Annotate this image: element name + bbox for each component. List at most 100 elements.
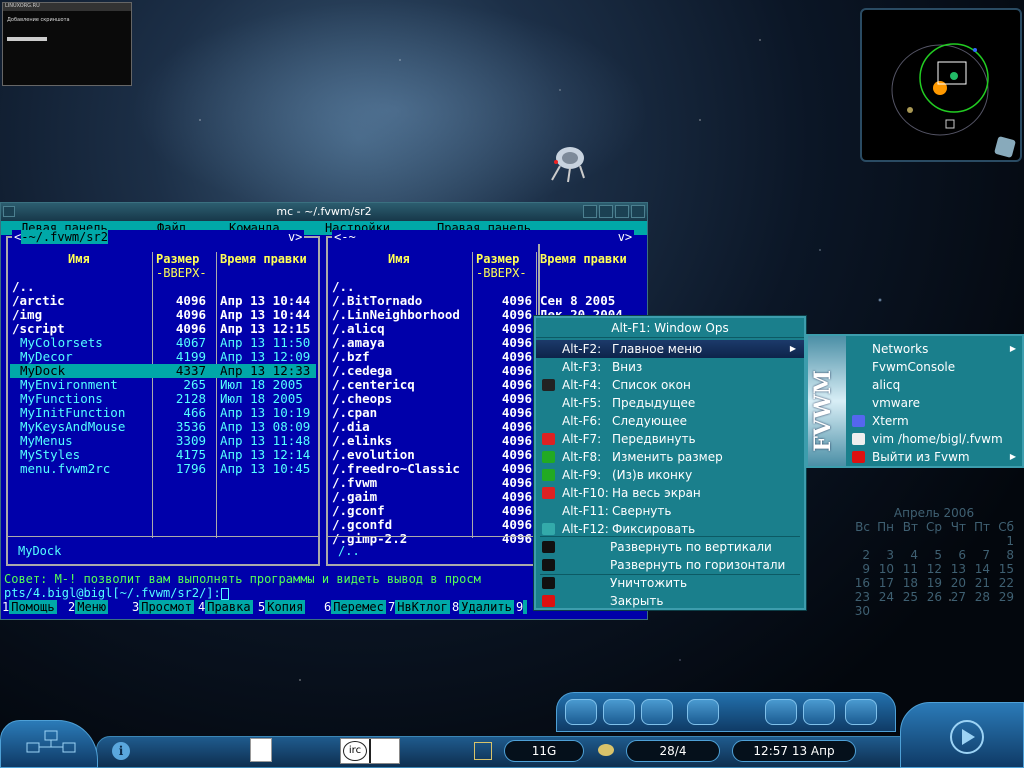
messages-button[interactable] [641, 699, 673, 725]
main-menu-item[interactable]: vmware [848, 394, 1022, 412]
file-time: Апр 13 12:14 [220, 447, 311, 462]
task-terminal-icon[interactable] [250, 738, 272, 762]
dock-right-module[interactable] [900, 702, 1024, 768]
window-ops-item[interactable]: Alt-F9: (Из)в иконку [536, 466, 804, 484]
window-ops-item[interactable]: Развернуть по горизонтали [536, 556, 804, 574]
file-name: /.gconf [332, 503, 385, 518]
tools-button[interactable] [765, 699, 797, 725]
file-time: Апр 13 12:33 [220, 363, 311, 378]
file-row[interactable]: MyFunctions 2128 Июл 18 2005 [10, 392, 316, 406]
window-ops-item[interactable]: Уничтожить [536, 574, 804, 592]
window-ops-item[interactable]: Закрыть [536, 592, 804, 610]
col-header-name[interactable]: Имя [68, 252, 90, 266]
dock-left-module[interactable] [0, 720, 98, 768]
file-row[interactable]: /.. [10, 280, 316, 294]
mail-icon[interactable] [598, 744, 614, 756]
book-icon[interactable] [474, 742, 492, 760]
thumbnail-bar: LINUXORG.RU [3, 3, 131, 11]
mc-titlebar[interactable]: mc - ~/.fvwm/sr2 [1, 203, 647, 221]
spiral-button[interactable] [845, 699, 877, 725]
window-ops-item[interactable]: Alt-F2: Главное меню ▶ [536, 340, 804, 358]
file-row[interactable]: MyDock 4337 Апр 13 12:33 [10, 364, 316, 378]
shade-icon[interactable] [583, 205, 597, 218]
fkey-button[interactable]: 4 Правка [198, 600, 253, 614]
main-menu[interactable]: FVWM Networks ▶ FvwmConsole alicq vmware Xter… [806, 334, 1024, 468]
window-menu-icon[interactable] [3, 206, 15, 217]
fkey-button[interactable]: 7 НвКтлог [388, 600, 450, 614]
minimize-icon[interactable] [599, 205, 613, 218]
main-menu-item[interactable]: FvwmConsole [848, 358, 1022, 376]
maximize-icon [542, 487, 555, 499]
file-row[interactable]: MyEnvironment 265 Июл 18 2005 [10, 378, 316, 392]
file-row[interactable]: menu.fvwm2rc 1796 Апр 13 10:45 [10, 462, 316, 476]
file-size: 4096 [501, 461, 532, 476]
file-size: 4096 [501, 349, 532, 364]
file-time: Апр 13 12:09 [220, 349, 311, 364]
file-row[interactable]: /script 4096 Апр 13 12:15 [10, 322, 316, 336]
main-menu-item[interactable]: Networks ▶ [848, 340, 1022, 358]
task-irc[interactable]: irc [340, 738, 400, 764]
calendar-day: 16 [854, 576, 870, 590]
right-panel[interactable]: <-~ v> Имя Размер Время правки -ВВЕРХ- /.… [326, 230, 635, 566]
fkey-button[interactable]: 5 Копия [258, 600, 306, 614]
maximize-icon[interactable] [615, 205, 629, 218]
main-menu-item[interactable]: vim /home/bigl/.fvwm [848, 430, 1022, 448]
window-ops-item[interactable]: Alt-F8: Изменить размер [536, 448, 804, 466]
calendar-day: 4 [910, 548, 918, 562]
shell-prompt[interactable]: pts/4.bigl@bigl[~/.fvwm/sr2/]: [4, 586, 229, 600]
file-row[interactable]: /.BitTornado 4096 Сен 8 2005 [330, 294, 650, 308]
back-button[interactable] [565, 699, 597, 725]
calendar-day: 21 [974, 576, 990, 590]
keys-button[interactable] [803, 699, 835, 725]
menu-item-label: (Из)в иконку [612, 468, 693, 482]
main-menu-item[interactable]: alicq [848, 376, 1022, 394]
col-header-size[interactable]: Размер [156, 252, 199, 266]
calendar-day: 29 [998, 590, 1014, 604]
window-button[interactable] [687, 699, 719, 725]
file-size: 4096 [175, 293, 206, 308]
info-button[interactable]: i [112, 742, 130, 760]
col-header-name[interactable]: Имя [388, 252, 410, 266]
window-ops-item[interactable]: Alt-F11: Свернуть [536, 502, 804, 520]
fkey-button[interactable]: 8 Удалить [452, 600, 514, 614]
calendar-weekday: Сб [998, 520, 1014, 534]
window-ops-item[interactable]: Alt-F4: Список окон [536, 376, 804, 394]
window-ops-item[interactable]: Alt-F7: Передвинуть [536, 430, 804, 448]
shortcut-key: Alt-F3: [562, 360, 602, 374]
fkey-button[interactable]: 6 Перемес [324, 600, 386, 614]
fkey-button[interactable]: 3 Просмот [132, 600, 194, 614]
main-menu-item[interactable]: Выйти из Fvwm ▶ [848, 448, 1022, 466]
window-list-icon [542, 379, 555, 391]
file-row[interactable]: /img 4096 Апр 13 10:44 [10, 308, 316, 322]
file-time: Апр 13 11:50 [220, 335, 311, 350]
file-row[interactable]: /.. [330, 280, 650, 294]
file-row[interactable]: MyDecor 4199 Апр 13 12:09 [10, 350, 316, 364]
file-row[interactable]: MyStyles 4175 Апр 13 12:14 [10, 448, 316, 462]
window-ops-menu[interactable]: Alt-F1: Window Ops Alt-F2: Главное меню ▶ A… [534, 316, 806, 610]
fkey-button[interactable]: 9 [516, 600, 528, 614]
col-header-size[interactable]: Размер [476, 252, 519, 266]
col-header-time[interactable]: Время правки [540, 252, 627, 266]
desktop-pager[interactable] [860, 8, 1022, 162]
file-time: Апр 13 10:44 [220, 307, 311, 322]
left-panel[interactable]: <-~/.fvwm/sr2 v> Имя Размер Время правки … [6, 230, 320, 566]
close-icon[interactable] [631, 205, 645, 218]
col-header-time[interactable]: Время правки [220, 252, 307, 266]
minimized-window-thumbnail[interactable]: LINUXORG.RU Добавление скриншота [2, 2, 132, 86]
file-row[interactable]: MyKeysAndMouse 3536 Апр 13 08:09 [10, 420, 316, 434]
file-row[interactable]: MyColorsets 4067 Апр 13 11:50 [10, 336, 316, 350]
fkey-button[interactable]: 1 Помощь [2, 600, 57, 614]
menu-item-label: Развернуть по вертикали [610, 540, 772, 554]
file-row[interactable]: MyMenus 3309 Апр 13 11:48 [10, 434, 316, 448]
window-ops-item[interactable]: Развернуть по вертикали [536, 538, 804, 556]
window-ops-item[interactable]: Alt-F6: Следующее [536, 412, 804, 430]
file-name: /.. [12, 279, 35, 294]
window-ops-item[interactable]: Alt-F5: Предыдущее [536, 394, 804, 412]
window-ops-item[interactable]: Alt-F3: Вниз [536, 358, 804, 376]
fkey-button[interactable]: 2 Меню [68, 600, 109, 614]
main-menu-item[interactable]: Xterm [848, 412, 1022, 430]
chat-button[interactable] [603, 699, 635, 725]
window-ops-item[interactable]: Alt-F10: На весь экран [536, 484, 804, 502]
file-row[interactable]: /arctic 4096 Апр 13 10:44 [10, 294, 316, 308]
file-row[interactable]: MyInitFunction 466 Апр 13 10:19 [10, 406, 316, 420]
